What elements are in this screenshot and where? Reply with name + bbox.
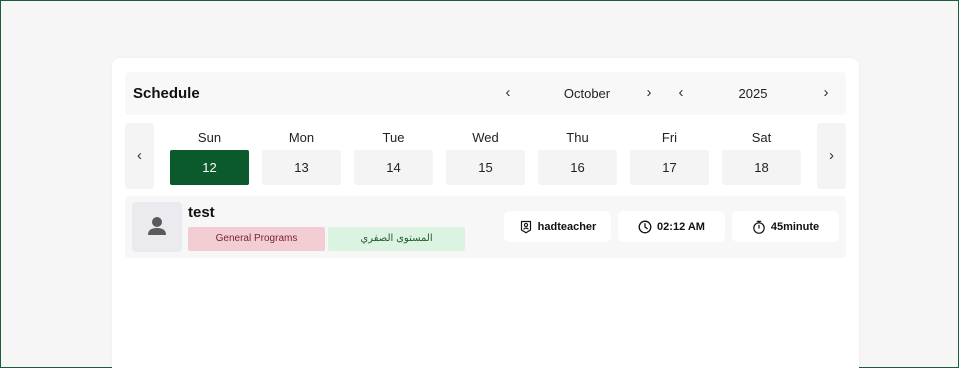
week-strip: ‹ Sun 12 Mon 13 Tue 14 Wed 15 Thu 16 Fri…	[125, 122, 846, 190]
user-icon	[148, 217, 166, 235]
day-name: Sun	[197, 130, 222, 145]
avatar	[132, 202, 182, 252]
page-title: Schedule	[133, 85, 200, 102]
person-badge-icon	[520, 220, 531, 233]
day-mon[interactable]: Mon 13	[262, 122, 341, 190]
prev-year-button[interactable]: ‹	[670, 82, 692, 104]
next-week-button[interactable]: ›	[817, 123, 846, 189]
day-number: 12	[170, 150, 249, 185]
day-name: Sat	[751, 130, 772, 145]
app-frame: Schedule ‹ October › ‹ 2025 › ‹ Sun 12 M…	[0, 0, 959, 368]
day-number: 16	[538, 150, 617, 185]
day-name: Wed	[472, 130, 499, 145]
day-number: 13	[262, 150, 341, 185]
day-sun[interactable]: Sun 12	[170, 122, 249, 190]
day-number: 17	[630, 150, 709, 185]
tag-level: المستوى الصفري	[328, 227, 465, 251]
next-year-button[interactable]: ›	[815, 82, 837, 104]
day-sat[interactable]: Sat 18	[722, 122, 801, 190]
session-time: 02:12 AM	[657, 220, 705, 233]
day-fri[interactable]: Fri 17	[630, 122, 709, 190]
time-pill: 02:12 AM	[618, 211, 725, 242]
day-number: 18	[722, 150, 801, 185]
day-number: 14	[354, 150, 433, 185]
session-duration: 45minute	[770, 220, 820, 233]
clock-icon	[638, 220, 652, 233]
teacher-name: hadteacher	[537, 220, 597, 233]
duration-pill: 45minute	[732, 211, 839, 242]
tag-program: General Programs	[188, 227, 325, 251]
year-label: 2025	[738, 86, 768, 101]
day-thu[interactable]: Thu 16	[538, 122, 617, 190]
day-name: Mon	[288, 130, 315, 145]
stopwatch-icon	[753, 220, 765, 234]
schedule-card: Schedule ‹ October › ‹ 2025 › ‹ Sun 12 M…	[112, 58, 859, 368]
month-label: October	[563, 86, 611, 101]
session-title: test	[188, 204, 215, 221]
day-name: Fri	[661, 130, 678, 145]
day-number: 15	[446, 150, 525, 185]
schedule-header: Schedule ‹ October › ‹ 2025 ›	[125, 72, 846, 115]
prev-month-button[interactable]: ‹	[497, 82, 519, 104]
day-name: Tue	[382, 130, 405, 145]
prev-week-button[interactable]: ‹	[125, 123, 154, 189]
day-tue[interactable]: Tue 14	[354, 122, 433, 190]
day-wed[interactable]: Wed 15	[446, 122, 525, 190]
next-month-button[interactable]: ›	[638, 82, 660, 104]
day-name: Thu	[566, 130, 589, 145]
session-item[interactable]: test General Programs المستوى الصفري had…	[125, 196, 846, 258]
teacher-pill: hadteacher	[504, 211, 611, 242]
